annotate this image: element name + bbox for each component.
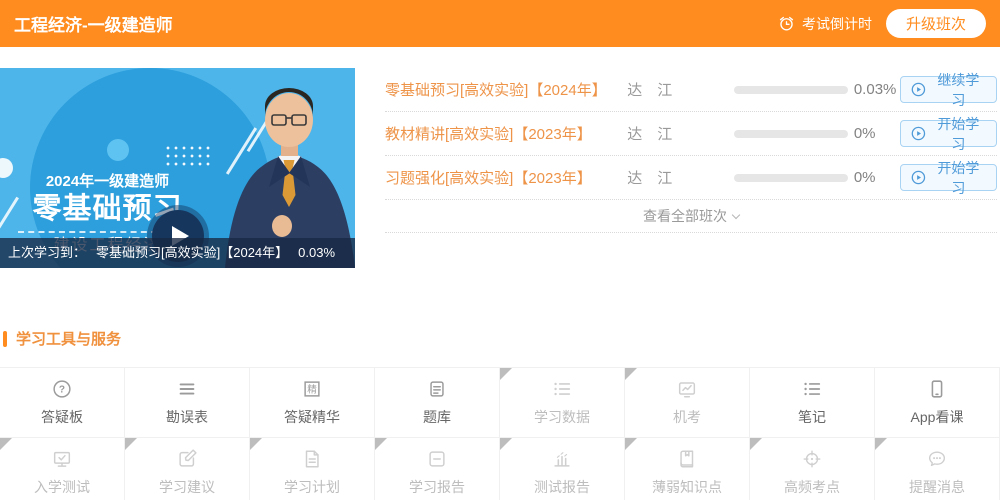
list-lines-icon: [176, 378, 198, 400]
thumbnail-year-line: 2024年一级建造师: [45, 173, 170, 190]
tool-weak-points[interactable]: 薄弱知识点: [625, 438, 750, 500]
class-row: 零基础预习[高效实验]【2024年】 达 江 0.03% 继续学习: [385, 68, 997, 112]
tool-qa-digest[interactable]: 精答疑精华: [250, 368, 375, 438]
tools-section-title: 学习工具与服务: [16, 331, 122, 348]
action-label: 开始学习: [937, 159, 980, 196]
tool-study-data[interactable]: 学习数据: [500, 368, 625, 438]
document-icon: [301, 448, 323, 470]
tool-notes[interactable]: 笔记: [750, 368, 875, 438]
book-icon: [676, 448, 698, 470]
exam-countdown-label: 考试倒计时: [801, 15, 872, 32]
tools-grid: ? 答疑板 勘误表 精答疑精华 题库 学习数据 机考 笔记 App看课 入学测试 …: [0, 367, 1000, 500]
last-learned-course: 零基础预习[高效实验]【2024年】: [96, 245, 289, 260]
progress-percent: 0.03%: [853, 81, 897, 98]
progress-bar: [734, 129, 848, 138]
continue-study-button[interactable]: 继续学习: [899, 72, 997, 108]
last-learned-progress: 0.03%: [298, 245, 336, 260]
monitor-check-icon: [51, 448, 73, 470]
class-row: 习题强化[高效实验]【2023年】 达 江 0% 开始学习: [385, 156, 997, 200]
monitor-chart-icon: [676, 378, 698, 400]
chat-bubble-icon: [926, 448, 948, 470]
class-title[interactable]: 习题强化[高效实验]【2023年】: [385, 167, 627, 188]
progress-bar: [734, 173, 848, 182]
class-teacher: 达 江: [627, 82, 673, 99]
bullet-list-icon: [801, 378, 823, 400]
action-label: 继续学习: [937, 71, 980, 108]
play-circle-icon: [911, 126, 926, 141]
alarm-clock-icon: [779, 16, 794, 31]
action-label: 开始学习: [937, 115, 980, 152]
pencil-square-icon: [176, 448, 198, 470]
last-learned-overlay: 上次学习到： 零基础预习[高效实验]【2024年】 0.03%: [0, 238, 355, 268]
phone-icon: [926, 378, 948, 400]
class-list: 零基础预习[高效实验]【2024年】 达 江 0.03% 继续学习 教材精讲[高…: [385, 68, 1000, 268]
svg-text:精: 精: [307, 383, 317, 395]
top-bar: 工程经济-一级建造师 考试倒计时 升级班次: [0, 0, 1000, 47]
tool-machine-exam[interactable]: 机考: [625, 368, 750, 438]
chevron-down-icon: [731, 210, 741, 220]
tool-question-bank[interactable]: 题库: [375, 368, 500, 438]
tool-errata[interactable]: 勘误表: [125, 368, 250, 438]
exam-countdown-link[interactable]: 考试倒计时: [777, 14, 872, 34]
tool-study-advice[interactable]: 学习建议: [125, 438, 250, 500]
progress-percent: 0%: [853, 125, 876, 142]
page-title: 工程经济-一级建造师: [14, 16, 173, 35]
jing-badge-icon: 精: [301, 378, 323, 400]
upgrade-class-button[interactable]: 升级班次: [885, 9, 986, 38]
svg-text:?: ?: [59, 385, 65, 396]
progress-bar: [734, 85, 848, 94]
start-study-button[interactable]: 开始学习: [899, 160, 997, 196]
target-icon: [801, 448, 823, 470]
tool-reminder-messages[interactable]: 提醒消息: [875, 438, 1000, 500]
class-title[interactable]: 教材精讲[高效实验]【2023年】: [385, 123, 627, 144]
class-teacher: 达 江: [627, 126, 673, 143]
tool-app-watch[interactable]: App看课: [875, 368, 1000, 438]
section-accent-bar: [3, 330, 7, 347]
bar-chart-icon: [551, 448, 573, 470]
progress-percent: 0%: [853, 169, 876, 186]
hero-section: 2024年一级建造师 零基础预习 建设工程经济 达 江 上次学习到：零基础预习[…: [0, 68, 1000, 268]
class-row: 教材精讲[高效实验]【2023年】 达 江 0% 开始学习: [385, 112, 997, 156]
question-circle-icon: ?: [51, 378, 73, 400]
last-learned-prefix: 上次学习到：: [8, 245, 87, 260]
start-study-button[interactable]: 开始学习: [899, 116, 997, 152]
class-title[interactable]: 零基础预习[高效实验]【2024年】: [385, 79, 627, 100]
question-bank-icon: [426, 378, 448, 400]
tool-study-report[interactable]: 学习报告: [375, 438, 500, 500]
play-circle-icon: [911, 82, 926, 97]
report-card-icon: [426, 448, 448, 470]
bullet-list-icon: [551, 378, 573, 400]
view-all-classes-link[interactable]: 查看全部班次: [385, 200, 997, 233]
tools-section-header: 学习工具与服务: [0, 328, 1000, 349]
tool-entrance-test[interactable]: 入学测试: [0, 438, 125, 500]
tool-qa-board[interactable]: ? 答疑板: [0, 368, 125, 438]
tool-high-freq-points[interactable]: 高频考点: [750, 438, 875, 500]
tool-test-report[interactable]: 测试报告: [500, 438, 625, 500]
class-teacher: 达 江: [627, 170, 673, 187]
play-circle-icon: [911, 170, 926, 185]
video-thumbnail[interactable]: 2024年一级建造师 零基础预习 建设工程经济 达 江 上次学习到：零基础预习[…: [0, 68, 355, 268]
tool-study-plan[interactable]: 学习计划: [250, 438, 375, 500]
